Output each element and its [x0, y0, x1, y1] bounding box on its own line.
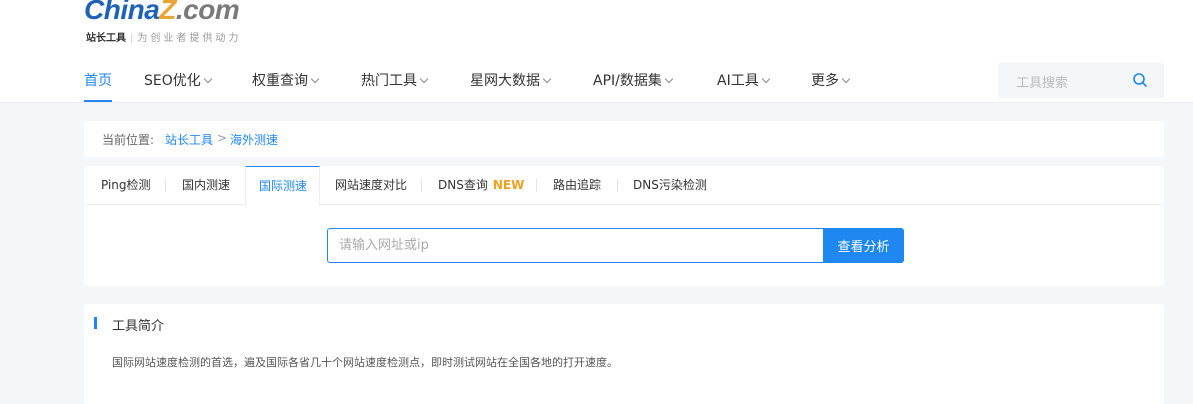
tab-divider [421, 179, 422, 192]
breadcrumb-separator: > [217, 131, 228, 145]
tab-dns-query[interactable]: DNS查询 NEW [438, 166, 524, 205]
tab-ping[interactable]: Ping检测 [101, 166, 151, 205]
tab-traceroute[interactable]: 路由追踪 [553, 166, 601, 205]
breadcrumb-item-current[interactable]: 海外测速 [230, 131, 278, 148]
breadcrumb: 当前位置: 站长工具 > 海外测速 [84, 121, 1164, 157]
nav-item-hot-tools[interactable]: 热门工具 [361, 71, 429, 91]
analyze-button[interactable]: 查看分析 [823, 228, 904, 263]
tool-search-placeholder[interactable]: 工具搜索 [1016, 72, 1068, 91]
breadcrumb-item-tools[interactable]: 站长工具 [165, 131, 213, 148]
chevron-down-icon [310, 74, 320, 84]
logo[interactable]: ChinaZ.com 站长工具 | 为创业者提供动力 [84, 0, 240, 44]
search-icon[interactable] [1132, 72, 1148, 88]
speed-test-panel: Ping检测 国内测速 国际测速 网站速度对比 DNS查询 NEW 路由追踪 DN… [84, 166, 1164, 286]
nav-item-ai-tools[interactable]: AI工具 [717, 71, 770, 91]
tool-intro: 工具简介 国际网站速度检测的首选，遍及国际各省几十个网站速度检测点，即时测试网站… [84, 304, 1164, 404]
url-input[interactable] [327, 228, 823, 263]
nav-item-weight[interactable]: 权重查询 [252, 71, 320, 91]
tab-speed-compare[interactable]: 网站速度对比 [335, 166, 407, 205]
chevron-down-icon [419, 74, 429, 84]
logo-wordmark: ChinaZ.com [84, 0, 240, 25]
tab-domestic-speed[interactable]: 国内测速 [182, 166, 230, 205]
nav-item-home[interactable]: 首页 [84, 71, 112, 102]
chevron-down-icon [542, 74, 552, 84]
chevron-down-icon [761, 74, 770, 84]
new-badge: NEW [492, 178, 525, 192]
tab-dns-pollution[interactable]: DNS污染检测 [633, 166, 707, 205]
breadcrumb-label: 当前位置: [102, 133, 155, 147]
chevron-down-icon [664, 74, 674, 84]
nav-item-more[interactable]: 更多 [811, 71, 851, 91]
nav-item-seo[interactable]: SEO优化 [144, 71, 213, 91]
tab-international-speed[interactable]: 国际测速 [245, 166, 320, 206]
nav-item-api[interactable]: API/数据集 [593, 71, 674, 91]
tool-tabs: Ping检测 国内测速 国际测速 网站速度对比 DNS查询 NEW 路由追踪 DN… [84, 166, 1164, 206]
tab-divider [617, 179, 618, 192]
intro-title: 工具简介 [112, 319, 165, 334]
logo-tagline: 站长工具 | 为创业者提供动力 [86, 33, 242, 44]
intro-description: 国际网站速度检测的首选，遍及国际各省几十个网站速度检测点，即时测试网站在全国各地… [112, 356, 618, 369]
nav-item-bigdata[interactable]: 星网大数据 [470, 71, 552, 91]
site-header: ChinaZ.com 站长工具 | 为创业者提供动力 首页 SEO优化 权重查询 热… [0, 0, 1193, 103]
chevron-down-icon [841, 74, 851, 84]
chevron-down-icon [203, 74, 213, 84]
tab-divider [165, 179, 166, 192]
section-marker [94, 317, 97, 329]
tool-search[interactable]: 工具搜索 [998, 63, 1164, 98]
tab-divider [536, 179, 537, 192]
